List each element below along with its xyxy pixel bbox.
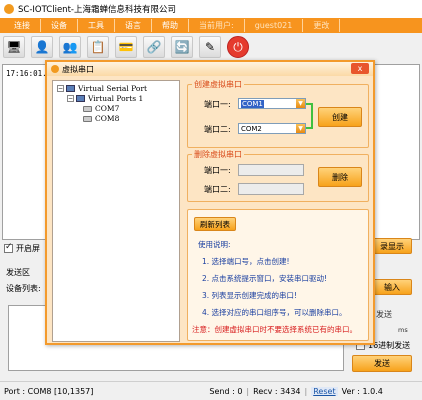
menu-bar: 连接 设备 工具 语言 帮助 当前用户: guest021 更改	[0, 18, 422, 33]
create-port-group: 创建虚拟串口 端口一: COM1 ▼ 端口二: COM2 ▼ 创建	[187, 79, 369, 148]
network-icon[interactable]: 🔗	[143, 36, 165, 58]
window-title: SC-IOTClient-上海霜蝉信息科技有限公司	[18, 5, 176, 15]
delete-port-group: 删除虚拟串口 端口一: 端口二: 删除	[187, 149, 369, 202]
collapse-icon[interactable]: −	[57, 85, 64, 92]
virtual-port-dialog: 虚拟串口 x − Virtual Serial Port − Virtual P…	[45, 60, 375, 345]
input-button[interactable]: 输入	[372, 279, 412, 295]
open-screen-option[interactable]: 开启屏	[4, 242, 40, 254]
send-interval-label: 发送	[376, 310, 392, 319]
port-icon	[83, 115, 92, 122]
collapse-icon[interactable]: −	[67, 95, 74, 102]
dialog-title: 虚拟串口	[62, 64, 94, 74]
title-bar: SC-IOTClient-上海霜蝉信息科技有限公司	[0, 0, 422, 18]
status-port: Port : COM8 [10,1357]	[4, 386, 94, 396]
delete-port1-field[interactable]	[238, 164, 304, 176]
create-button[interactable]: 创建	[318, 107, 362, 127]
remove-user-icon[interactable]: 👥	[59, 36, 81, 58]
add-user-icon[interactable]: 👤	[31, 36, 53, 58]
menu-item-connect[interactable]: 连接	[4, 19, 41, 32]
usage-warning: 注意：创建虚拟串口时不要选择系统已有的串口。	[192, 325, 357, 334]
status-version: Ver : 1.0.4	[341, 386, 383, 396]
chevron-down-icon[interactable]: ▼	[296, 99, 305, 108]
status-send: Send : 0	[209, 386, 243, 396]
delete-port2-label: 端口二:	[204, 185, 231, 194]
send-area-label: 发送区	[6, 268, 30, 277]
pair-bracket	[306, 103, 313, 129]
pen-icon[interactable]: ✎	[199, 36, 221, 58]
serial-port-icon	[66, 85, 75, 92]
create-port2-select[interactable]: COM2 ▼	[238, 123, 306, 134]
menu-item-language[interactable]: 语言	[115, 19, 152, 32]
refresh-list-button[interactable]: 刷新列表	[194, 217, 236, 231]
virtual-ports-icon	[76, 95, 85, 102]
tree-virtual-ports[interactable]: − Virtual Ports 1	[67, 94, 143, 103]
show-button[interactable]: 录显示	[372, 238, 412, 254]
status-bar: Port : COM8 [10,1357] Send : 0 | Recv : …	[0, 381, 422, 400]
info-group: 刷新列表 使用说明: 1. 选择端口号，点击创建! 2. 点击系统提示窗口，安装…	[187, 209, 369, 341]
port-icon	[83, 105, 92, 112]
change-user-link[interactable]: 更改	[303, 19, 341, 32]
create-port1-label: 端口一:	[204, 100, 231, 109]
delete-port2-field[interactable]	[238, 183, 304, 195]
usage-step-1: 1. 选择端口号，点击创建!	[202, 257, 290, 266]
send-button[interactable]: 发送	[352, 355, 412, 372]
transfer-icon[interactable]: 🔄	[171, 36, 193, 58]
delete-group-title: 删除虚拟串口	[192, 149, 244, 160]
connect-icon[interactable]: 🖥	[3, 36, 25, 58]
reset-link[interactable]: Reset	[311, 386, 338, 396]
create-group-title: 创建虚拟串口	[192, 79, 244, 90]
current-user-label: 当前用户:	[189, 19, 245, 32]
dialog-close-button[interactable]: x	[351, 63, 369, 74]
settings-doc-icon[interactable]: 📋	[87, 36, 109, 58]
tree-port-com7[interactable]: COM7	[83, 104, 119, 113]
status-recv: Recv : 3434	[253, 386, 301, 396]
chevron-down-icon[interactable]: ▼	[296, 124, 305, 133]
toolbar: 🖥 👤 👥 📋 💳 🔗 🔄 ✎ ⏻	[0, 33, 422, 61]
usage-step-3: 3. 列表显示创建完成的串口!	[202, 291, 298, 300]
tree-root[interactable]: − Virtual Serial Port	[57, 84, 147, 93]
device-list-label: 设备列表:	[6, 284, 41, 293]
current-user-name: guest021	[245, 19, 304, 32]
delete-button[interactable]: 删除	[318, 167, 362, 187]
menu-item-device[interactable]: 设备	[41, 19, 78, 32]
app-icon	[4, 4, 14, 14]
send-unit-label: ms	[398, 326, 408, 334]
usage-step-4: 4. 选择对应的串口组序号，可以删除串口。	[202, 308, 347, 317]
usage-heading: 使用说明:	[198, 240, 231, 249]
menu-item-help[interactable]: 帮助	[152, 19, 189, 32]
port-tree: − Virtual Serial Port − Virtual Ports 1 …	[52, 80, 180, 342]
tree-port-com8[interactable]: COM8	[83, 114, 119, 123]
dialog-icon	[51, 65, 59, 73]
open-screen-checkbox[interactable]	[4, 242, 13, 253]
open-screen-label: 开启屏	[16, 244, 40, 253]
power-icon[interactable]: ⏻	[227, 36, 249, 58]
delete-port1-label: 端口一:	[204, 166, 231, 175]
create-port2-label: 端口二:	[204, 125, 231, 134]
usage-step-2: 2. 点击系统提示窗口，安装串口驱动!	[202, 274, 328, 283]
create-port1-select[interactable]: COM1 ▼	[238, 98, 306, 109]
dialog-title-bar: 虚拟串口 x	[47, 62, 373, 76]
menu-item-tools[interactable]: 工具	[78, 19, 115, 32]
card-icon[interactable]: 💳	[115, 36, 137, 58]
